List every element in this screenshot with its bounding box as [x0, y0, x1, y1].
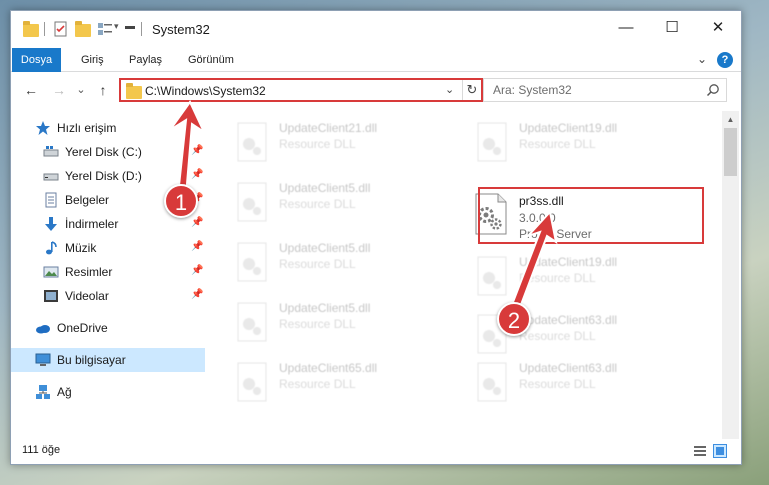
- callout-arrow-1: [169, 100, 558, 320]
- callout-badge-1: 1: [164, 184, 198, 218]
- callout-badge-2: 2: [497, 302, 531, 336]
